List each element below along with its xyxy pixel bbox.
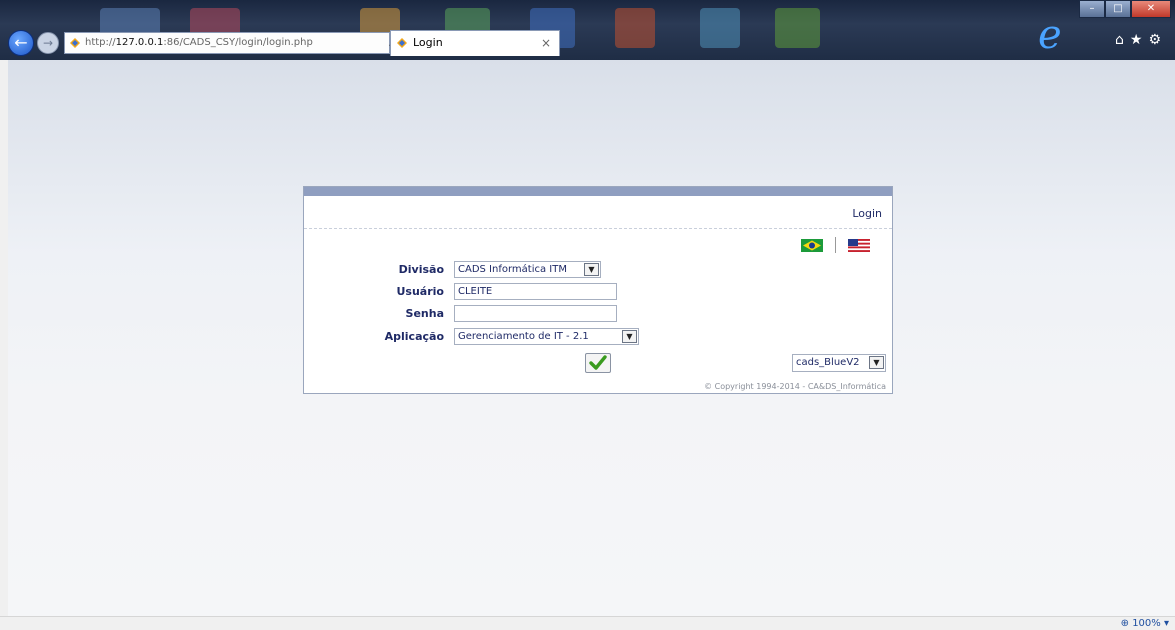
senha-input[interactable] (454, 305, 617, 322)
address-bar[interactable]: http://127.0.0.1:86/CADS_CSY/login/login… (64, 32, 408, 54)
usuario-value: CLEITE (458, 286, 493, 297)
address-host: 127.0.0.1 (115, 37, 164, 48)
taskbar-thumbnail (775, 8, 820, 48)
window-controls: – □ ✕ (1079, 0, 1171, 20)
chevron-down-icon: ▼ (869, 356, 884, 369)
chevron-down-icon: ▼ (622, 330, 637, 343)
senha-label: Senha (405, 307, 444, 320)
forward-arrow-icon: → (42, 36, 54, 50)
flag-separator (835, 237, 836, 253)
brazil-flag-icon[interactable] (801, 238, 823, 252)
home-icon[interactable]: ⌂ (1115, 32, 1130, 48)
chevron-down-icon: ▼ (584, 263, 599, 276)
aplicacao-row: Aplicação Gerenciamento de IT - 2.1 ▼ (304, 328, 894, 346)
aplicacao-value: Gerenciamento de IT - 2.1 (458, 331, 589, 342)
usa-flag-icon[interactable] (848, 238, 870, 252)
divider (304, 228, 892, 229)
usuario-input[interactable]: CLEITE (454, 283, 617, 300)
back-arrow-icon: ← (14, 33, 28, 52)
ie-logo-icon: e (1038, 12, 1062, 58)
forward-button[interactable]: → (37, 32, 59, 54)
status-bar: ⊕ 100% ▾ (0, 616, 1175, 630)
language-selector (801, 237, 870, 253)
tab-close-icon[interactable]: × (541, 31, 551, 55)
favorites-star-icon[interactable]: ★ (1130, 32, 1149, 48)
divisao-row: Divisão CADS Informática ITM ▼ (304, 261, 894, 279)
zoom-control[interactable]: ⊕ 100% ▾ (1121, 617, 1169, 630)
usuario-label: Usuário (396, 285, 445, 298)
taskbar-thumbnail (615, 8, 655, 48)
tab-title: Login (413, 36, 443, 49)
login-title: Login (852, 207, 882, 220)
divisao-select[interactable]: CADS Informática ITM ▼ (454, 261, 601, 278)
browser-chrome: ← → http://127.0.0.1:86/CADS_CSY/login/l… (0, 0, 1175, 60)
divisao-value: CADS Informática ITM (458, 264, 567, 275)
copyright-text: © Copyright 1994-2014 - CA&DS_Informátic… (704, 382, 886, 391)
login-header-bar (304, 187, 892, 196)
gear-icon[interactable]: ⚙ (1148, 32, 1167, 48)
login-panel: Login Divisão CADS Informática ITM ▼ Usu… (303, 186, 893, 394)
checkmark-icon (589, 355, 607, 370)
theme-select[interactable]: cads_BlueV2 ▼ (792, 354, 886, 372)
divisao-label: Divisão (398, 263, 444, 276)
theme-value: cads_BlueV2 (796, 357, 860, 368)
taskbar-thumbnail (700, 8, 740, 48)
address-path: :86/CADS_CSY/login/login.php (163, 37, 313, 48)
site-favicon-icon (70, 38, 80, 48)
minimize-icon[interactable]: – (1079, 0, 1105, 18)
aplicacao-select[interactable]: Gerenciamento de IT - 2.1 ▼ (454, 328, 639, 345)
browser-toolbar: ⌂★⚙ (1115, 32, 1167, 48)
maximize-icon[interactable]: □ (1105, 0, 1131, 18)
senha-row: Senha (304, 305, 894, 323)
tab-favicon-icon (397, 38, 407, 48)
address-prefix: http:// (85, 37, 116, 48)
close-icon[interactable]: ✕ (1131, 0, 1171, 18)
tab-login[interactable]: Login × (390, 30, 560, 56)
window-edge (0, 60, 8, 630)
usuario-row: Usuário CLEITE (304, 283, 894, 301)
aplicacao-label: Aplicação (384, 330, 444, 343)
login-submit-button[interactable] (585, 353, 611, 373)
back-button[interactable]: ← (8, 30, 34, 56)
